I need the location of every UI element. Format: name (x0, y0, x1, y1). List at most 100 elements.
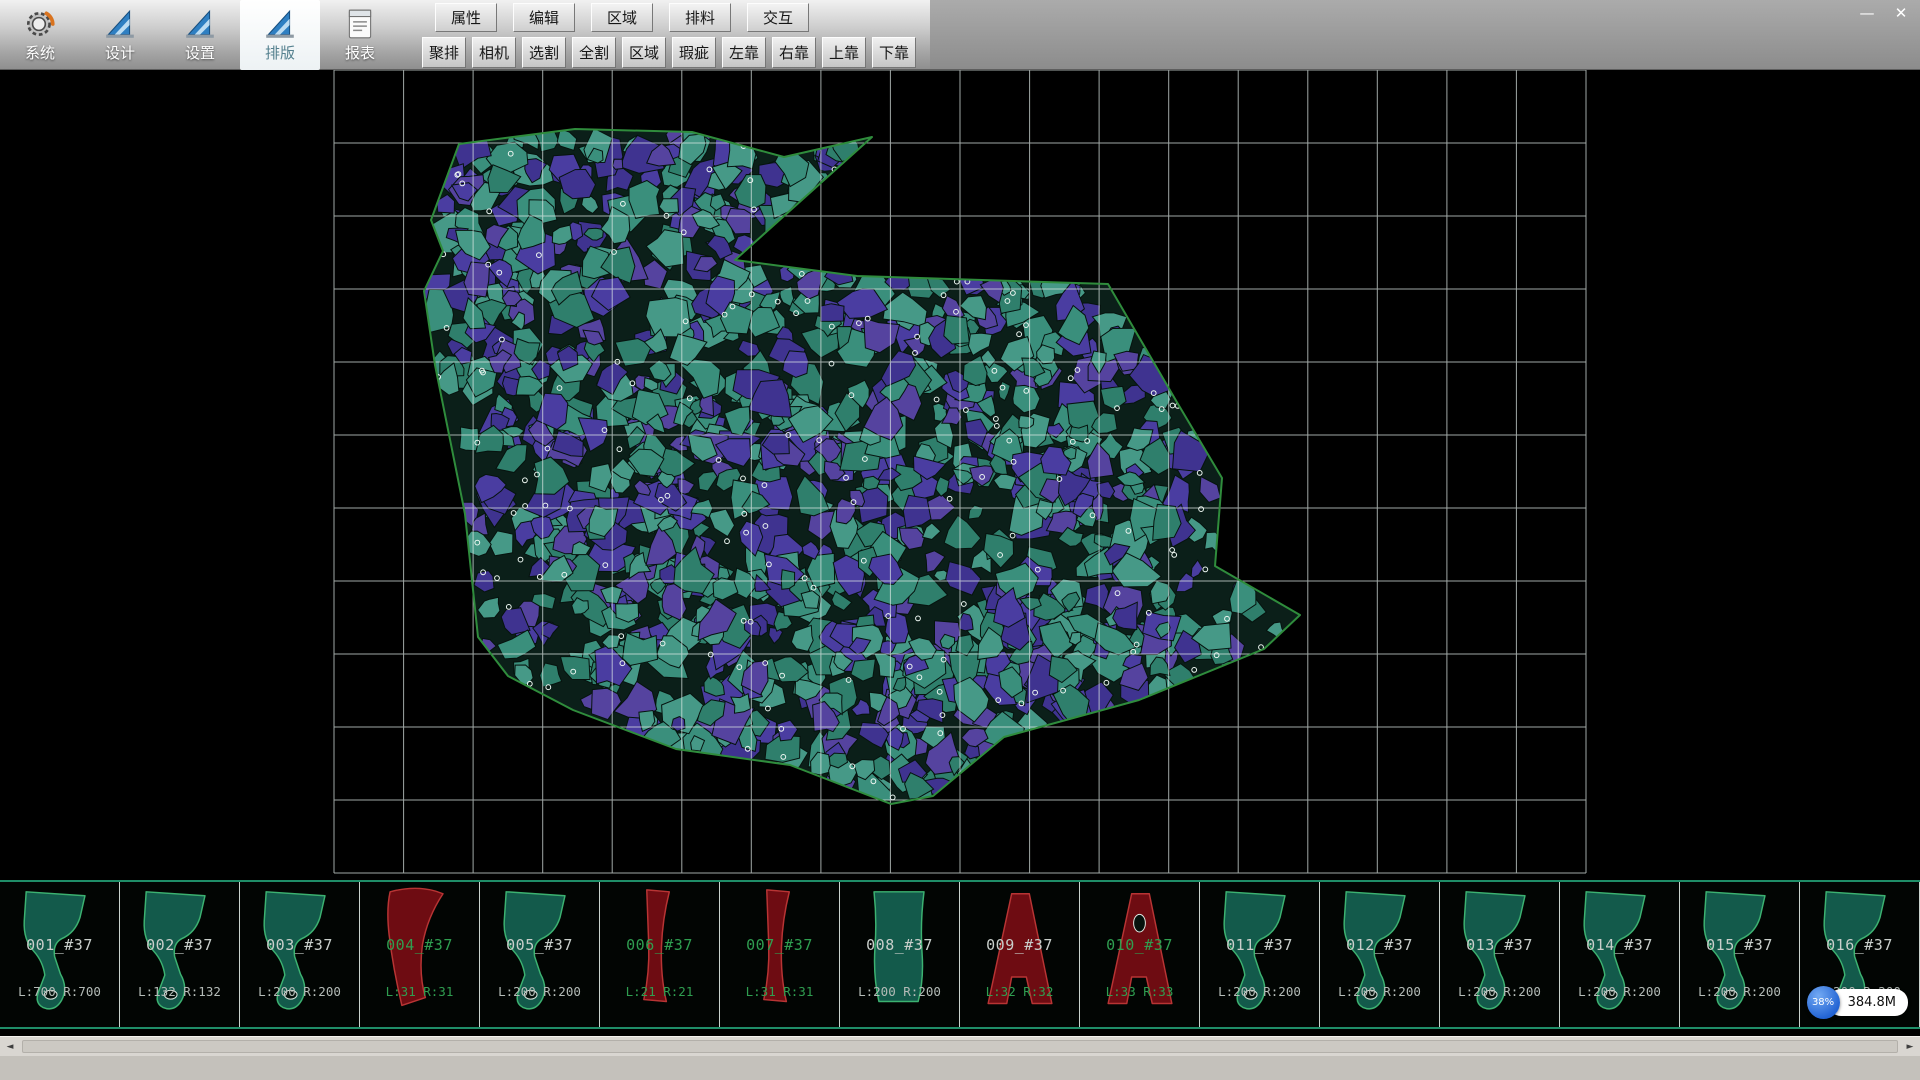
thumbnail-item[interactable]: 014_#37 L:200 R:200 (1560, 882, 1680, 1027)
piece-thumbnail-shape (1440, 882, 1559, 1027)
piece-id-label: 008_#37 (840, 936, 959, 954)
piece-id-label: 009_#37 (960, 936, 1079, 954)
piece-counts-label: L:200 R:200 (480, 984, 599, 999)
thumbnail-item[interactable]: 007_#37 L:31 R:31 (720, 882, 840, 1027)
piece-counts-label: L:21 R:21 (600, 984, 719, 999)
piece-id-label: 006_#37 (600, 936, 719, 954)
thumbnail-item[interactable]: 008_#37 L:200 R:200 (840, 882, 960, 1027)
piece-thumbnail-shape (960, 882, 1079, 1027)
tool-cut-all[interactable]: 全割 (572, 37, 616, 68)
progress-circle: 38% (1807, 986, 1840, 1019)
piece-counts-label: L:200 R:200 (240, 984, 359, 999)
nav-system-button[interactable]: 系统 (0, 0, 80, 70)
piece-thumbnail-shape (840, 882, 959, 1027)
status-bar (0, 1056, 1920, 1080)
thumbnail-item[interactable]: 005_#37 L:200 R:200 (480, 882, 600, 1027)
piece-thumbnail-shape (240, 882, 359, 1027)
tool-bar: 聚排 相机 选割 全割 区域 瑕疵 左靠 右靠 上靠 下靠 (422, 37, 916, 68)
piece-id-label: 007_#37 (720, 936, 839, 954)
piece-id-label: 012_#37 (1320, 936, 1439, 954)
nav-system-label: 系统 (25, 42, 55, 63)
scrollbar-thumb[interactable] (22, 1040, 1898, 1053)
nav-report-button[interactable]: 报表 (320, 0, 400, 70)
memory-badge: 38% 384.8M (1807, 986, 1908, 1019)
thumbnail-item[interactable]: 012_#37 L:200 R:200 (1320, 882, 1440, 1027)
thumbnail-item[interactable]: 002_#37 L:132 R:132 (120, 882, 240, 1027)
nav-layout-label: 排版 (265, 42, 295, 63)
piece-id-label: 002_#37 (120, 936, 239, 954)
gear-icon (22, 7, 58, 41)
nesting-canvas[interactable] (0, 70, 1920, 880)
piece-thumbnail-shape (360, 882, 479, 1027)
tool-align-left[interactable]: 左靠 (722, 37, 766, 68)
nav-design-button[interactable]: 设计 (80, 0, 160, 70)
thumbnail-item[interactable]: 004_#37 L:31 R:31 (360, 882, 480, 1027)
menu-properties[interactable]: 属性 (435, 3, 497, 32)
thumbnail-strip: 001_#37 L:700 R:700 002_#37 L:132 R:132 … (0, 880, 1920, 1029)
menu-interact[interactable]: 交互 (747, 3, 809, 32)
piece-counts-label: L:32 R:32 (960, 984, 1079, 999)
settings-ruler-icon (182, 7, 218, 41)
piece-thumbnail-shape (600, 882, 719, 1027)
piece-counts-label: L:200 R:200 (1680, 984, 1799, 999)
thumbnail-item[interactable]: 003_#37 L:200 R:200 (240, 882, 360, 1027)
piece-counts-label: L:200 R:200 (1320, 984, 1439, 999)
report-document-icon (342, 7, 378, 41)
thumbnail-item[interactable]: 001_#37 L:700 R:700 (0, 882, 120, 1027)
piece-counts-label: L:200 R:200 (1560, 984, 1679, 999)
piece-thumbnail-shape (1080, 882, 1199, 1027)
piece-thumbnail-shape (1560, 882, 1679, 1027)
piece-id-label: 015_#37 (1680, 936, 1799, 954)
thumbnail-item[interactable]: 006_#37 L:21 R:21 (600, 882, 720, 1027)
piece-id-label: 014_#37 (1560, 936, 1679, 954)
nav-settings-button[interactable]: 设置 (160, 0, 240, 70)
thumbnail-item[interactable]: 009_#37 L:32 R:32 (960, 882, 1080, 1027)
piece-counts-label: L:31 R:31 (720, 984, 839, 999)
titlebar-drag-area[interactable] (930, 0, 1920, 69)
piece-counts-label: L:200 R:200 (840, 984, 959, 999)
piece-thumbnail-shape (1320, 882, 1439, 1027)
app-window: 系统 设计 (0, 0, 1920, 1080)
layout-ruler-icon (262, 7, 298, 41)
piece-id-label: 010_#37 (1080, 936, 1199, 954)
piece-counts-label: L:700 R:700 (0, 984, 119, 999)
thumbnail-item[interactable]: 015_#37 L:200 R:200 (1680, 882, 1800, 1027)
menu-bar: 属性 编辑 区域 排料 交互 (435, 3, 809, 32)
nav-layout-button[interactable]: 排版 (240, 0, 320, 70)
thumbnail-item[interactable]: 013_#37 L:200 R:200 (1440, 882, 1560, 1027)
menu-region[interactable]: 区域 (591, 3, 653, 32)
piece-thumbnail-shape (720, 882, 839, 1027)
piece-counts-label: L:31 R:31 (360, 984, 479, 999)
window-controls: — ✕ (1854, 2, 1914, 24)
piece-thumbnail-shape (1200, 882, 1319, 1027)
menu-edit[interactable]: 编辑 (513, 3, 575, 32)
tool-region[interactable]: 区域 (622, 37, 666, 68)
horizontal-scrollbar[interactable]: ◄ ► (0, 1036, 1920, 1056)
canvas-area (0, 70, 1920, 880)
tool-select-cut[interactable]: 选割 (522, 37, 566, 68)
tool-align-bottom[interactable]: 下靠 (872, 37, 916, 68)
tool-cluster-nest[interactable]: 聚排 (422, 37, 466, 68)
piece-thumbnail-shape (1680, 882, 1799, 1027)
piece-counts-label: L:200 R:200 (1440, 984, 1559, 999)
titlebar: 系统 设计 (0, 0, 1920, 70)
close-button[interactable]: ✕ (1888, 2, 1914, 24)
tool-align-top[interactable]: 上靠 (822, 37, 866, 68)
piece-id-label: 011_#37 (1200, 936, 1319, 954)
menu-nesting[interactable]: 排料 (669, 3, 731, 32)
piece-counts-label: L:200 R:200 (1200, 984, 1319, 999)
minimize-button[interactable]: — (1854, 2, 1880, 24)
piece-thumbnail-shape (480, 882, 599, 1027)
piece-thumbnail-shape (120, 882, 239, 1027)
tool-defect[interactable]: 瑕疵 (672, 37, 716, 68)
tool-align-right[interactable]: 右靠 (772, 37, 816, 68)
tool-camera[interactable]: 相机 (472, 37, 516, 68)
nav-settings-label: 设置 (185, 42, 215, 63)
primary-nav: 系统 设计 (0, 0, 400, 70)
thumbnail-item[interactable]: 010_#37 L:33 R:33 (1080, 882, 1200, 1027)
scroll-right-icon[interactable]: ► (1900, 1037, 1920, 1056)
thumbnail-item[interactable]: 011_#37 L:200 R:200 (1200, 882, 1320, 1027)
design-ruler-icon (102, 7, 138, 41)
piece-id-label: 005_#37 (480, 936, 599, 954)
scroll-left-icon[interactable]: ◄ (0, 1037, 20, 1056)
